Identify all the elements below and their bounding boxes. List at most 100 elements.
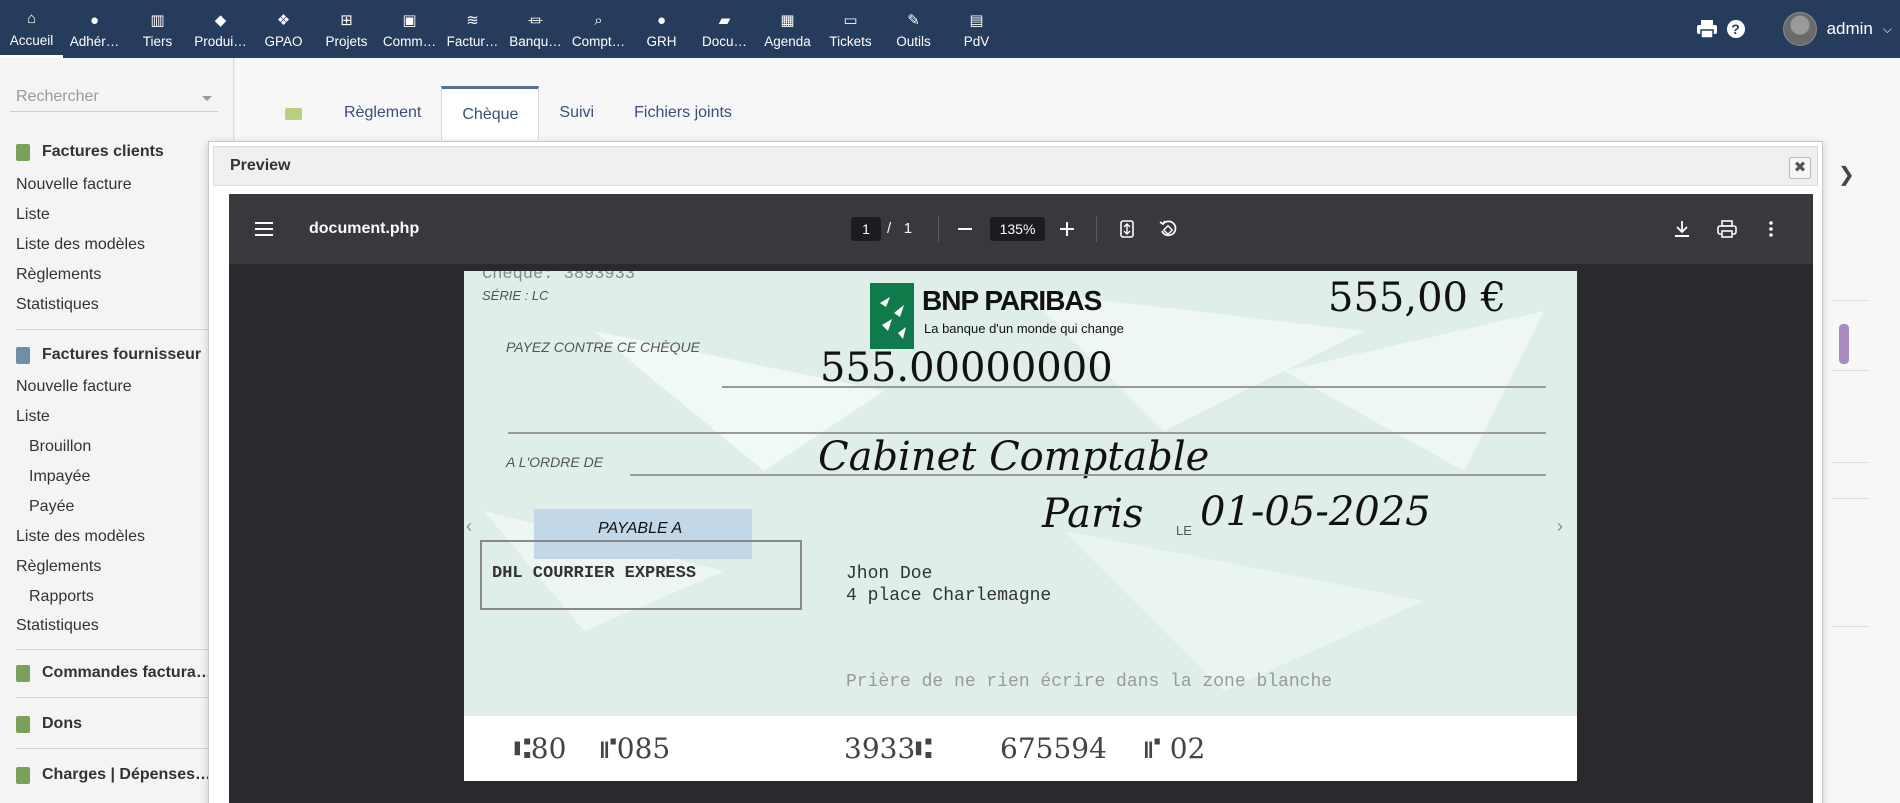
page-number-input[interactable]: 1	[851, 217, 881, 241]
micr-code: 3933⑆	[844, 732, 933, 765]
ticket-icon: ▭	[843, 12, 858, 29]
menu-item-liste[interactable]: Liste	[16, 408, 50, 426]
menu-item-liste-modeles[interactable]: Liste des modèles	[16, 236, 145, 254]
micr-code: 675594	[1000, 732, 1107, 765]
nav-item-13[interactable]: ▦ Agenda	[756, 0, 819, 58]
nav-item-6[interactable]: ⊞ Projets	[315, 0, 378, 58]
le-label: LE	[1176, 523, 1192, 538]
nav-item-label: Banqu…	[509, 34, 562, 49]
pdf-viewer: document.php 1 / 1 135% Chèque: 3893933 …	[229, 194, 1813, 803]
pdf-toolbar: document.php 1 / 1 135%	[229, 194, 1813, 264]
main-menu: ⌂ Accueil ● Adhér… ▥ Tiers ◆ Produi… ❖ GPAO ⊞ Proje…	[0, 0, 1008, 58]
section-label: Charges | Dépenses…	[42, 766, 211, 783]
menu-item-payee[interactable]: Payée	[29, 498, 74, 516]
nav-item-9[interactable]: ⏛ Banqu…	[504, 0, 567, 58]
nav-item-2[interactable]: ● Adhér…	[63, 0, 126, 58]
nav-item-14[interactable]: ▭ Tickets	[819, 0, 882, 58]
menu-item-reglements[interactable]: Règlements	[16, 558, 101, 576]
document-filename: document.php	[309, 220, 420, 237]
rotate-icon[interactable]	[1155, 194, 1181, 264]
donation-icon	[16, 715, 30, 733]
divider	[1831, 370, 1869, 371]
nav-item-16[interactable]: ▤ PdV	[945, 0, 1008, 58]
zoom-in-icon[interactable]	[1055, 194, 1079, 264]
holder-address: 4 place Charlemagne	[846, 586, 1052, 606]
nav-item-3[interactable]: ▥ Tiers	[126, 0, 189, 58]
user-tie-icon: ●	[656, 11, 667, 29]
sidebar-toggle-icon[interactable]	[251, 194, 277, 264]
tab-fichiers-joints[interactable]: Fichiers joints	[614, 86, 752, 140]
nav-item-11[interactable]: ● GRH	[630, 0, 693, 58]
top-navbar: ⌂ Accueil ● Adhér… ▥ Tiers ◆ Produi… ❖ GPAO ⊞ Proje…	[0, 0, 1900, 58]
notice-text: Prière de ne rien écrire dans la zone bl…	[846, 672, 1333, 692]
user-name[interactable]: admin	[1827, 19, 1873, 39]
menu-section-factures-fournisseurs[interactable]: Factures fournisseur	[16, 346, 201, 364]
print-icon[interactable]	[1713, 194, 1741, 264]
close-button[interactable]: ✖	[1789, 157, 1811, 179]
tab-suivi[interactable]: Suivi	[539, 86, 614, 140]
divider	[1831, 462, 1869, 463]
page-fit-icon[interactable]	[1115, 194, 1139, 264]
tab-bar: Règlement Chèque Suivi Fichiers joints	[285, 86, 752, 140]
nav-item-8[interactable]: ≋ Factur…	[441, 0, 504, 58]
chevron-left-icon[interactable]: ‹	[466, 516, 472, 537]
menu-item-nouvelle-facture[interactable]: Nouvelle facture	[16, 176, 132, 194]
menu-item-rapports[interactable]: Rapports	[29, 588, 94, 606]
section-label: Factures clients	[42, 143, 164, 160]
chevron-right-icon[interactable]: ›	[1557, 516, 1563, 537]
zoom-level[interactable]: 135%	[990, 217, 1045, 241]
nav-item-15[interactable]: ✎ Outils	[882, 0, 945, 58]
payable-label: PAYABLE A	[598, 520, 683, 537]
dialog-title: Preview ✖	[213, 146, 1818, 186]
page-separator: /	[887, 220, 892, 237]
toolbar-separator	[1096, 216, 1097, 242]
chevron-right-icon[interactable]: ❯	[1838, 162, 1855, 187]
more-options-icon[interactable]	[1759, 194, 1783, 264]
payable-branch: DHL COURRIER EXPRESS	[492, 564, 697, 583]
tab-cheque[interactable]: Chèque	[441, 86, 540, 140]
menu-item-statistiques[interactable]: Statistiques	[16, 296, 99, 314]
nav-item-4[interactable]: ◆ Produi…	[189, 0, 252, 58]
menu-section-charges[interactable]: Charges | Dépenses…	[16, 766, 211, 784]
money-bill-icon	[285, 108, 302, 120]
menu-item-liste-modeles[interactable]: Liste des modèles	[16, 528, 145, 546]
menu-item-reglements[interactable]: Règlements	[16, 266, 101, 284]
nav-item-10[interactable]: ⌕ Compt…	[567, 0, 630, 58]
nav-item-label: GPAO	[264, 34, 303, 49]
briefcase-icon: ▣	[402, 12, 417, 29]
menu-item-nouvelle-facture[interactable]: Nouvelle facture	[16, 378, 132, 396]
menu-item-statistiques[interactable]: Statistiques	[16, 617, 99, 635]
project-diagram-icon: ⊞	[340, 12, 353, 29]
cheque-serie: SÉRIE : LC	[482, 288, 549, 303]
divider	[1831, 300, 1869, 301]
nav-item-label: Produi…	[194, 34, 247, 49]
nav-item-12[interactable]: ▰ Docu…	[693, 0, 756, 58]
caret-down-icon[interactable]	[202, 96, 212, 101]
menu-section-dons[interactable]: Dons	[16, 715, 82, 733]
chevron-down-icon[interactable]: ⌵	[1883, 22, 1892, 37]
nav-item-7[interactable]: ▣ Comm…	[378, 0, 441, 58]
nav-item-label: Docu…	[701, 34, 747, 49]
download-icon[interactable]	[1669, 194, 1695, 264]
nav-item-1[interactable]: ⌂ Accueil	[0, 0, 63, 58]
dialog-title-text: Preview	[230, 157, 291, 174]
menu-item-impayee[interactable]: Impayée	[29, 468, 90, 486]
coins-icon: ≋	[466, 12, 479, 29]
cheque-number: Chèque: 3893933	[482, 271, 636, 284]
section-label: Dons	[42, 715, 82, 732]
tab-reglement[interactable]: Règlement	[324, 86, 441, 140]
ordre-label: A L'ORDRE DE	[506, 454, 604, 470]
search-select[interactable]: Rechercher	[10, 86, 218, 112]
menu-section-factures-clients[interactable]: Factures clients	[16, 143, 164, 161]
zoom-out-icon[interactable]	[953, 194, 977, 264]
amount-line	[722, 386, 1546, 388]
help-icon[interactable]: ?	[1726, 20, 1745, 38]
cheque-document: Chèque: 3893933 SÉRIE : LC BNP PARIBAS L…	[464, 271, 1577, 781]
avatar[interactable]	[1782, 12, 1817, 46]
menu-item-liste[interactable]: Liste	[16, 206, 50, 224]
menu-section-commandes[interactable]: Commandes factura…	[16, 664, 212, 682]
print-icon[interactable]	[1696, 20, 1717, 39]
menu-item-brouillon[interactable]: Brouillon	[29, 438, 91, 456]
menu-divider	[16, 329, 221, 330]
nav-item-5[interactable]: ❖ GPAO	[252, 0, 315, 58]
